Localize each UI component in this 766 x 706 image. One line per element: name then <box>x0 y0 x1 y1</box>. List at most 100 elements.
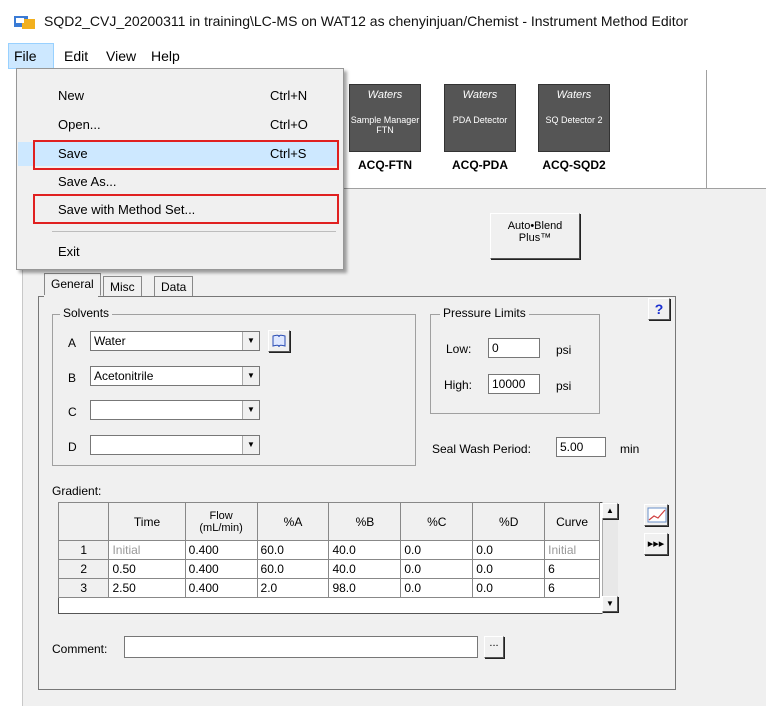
module-pda[interactable]: Waters PDA Detector <box>444 84 516 152</box>
solvent-a-value: Water <box>94 334 126 348</box>
pressure-low-label: Low: <box>446 342 472 356</box>
menu-item-label: Exit <box>58 244 80 259</box>
window-title: SQD2_CVJ_20200311 in training\LC-MS on W… <box>44 13 689 29</box>
module-caption: PDA Detector <box>452 115 508 125</box>
menu-edit[interactable]: Edit <box>64 48 88 64</box>
cell-b[interactable]: 40.0 <box>328 540 402 560</box>
solvent-a-select[interactable]: Water ▼ <box>90 331 260 351</box>
module-brand: Waters <box>556 89 592 101</box>
module-brand: Waters <box>462 89 498 101</box>
cell-curve[interactable]: Initial <box>544 540 600 560</box>
tab-join <box>44 295 98 297</box>
cell-time[interactable]: Initial <box>108 540 186 560</box>
callout-save <box>33 140 339 170</box>
cell-d[interactable]: 0.0 <box>472 559 546 579</box>
menu-item-new[interactable]: New Ctrl+N <box>18 84 338 108</box>
cell-curve[interactable]: 6 <box>544 578 600 598</box>
solvent-library-button[interactable] <box>268 330 290 352</box>
tab-data[interactable]: Data <box>154 276 194 296</box>
chevron-down-icon[interactable]: ▼ <box>242 401 259 419</box>
autoblend-button[interactable]: Auto•Blend Plus™ <box>490 213 580 259</box>
solvents-title: Solvents <box>60 306 113 320</box>
comment-label: Comment: <box>52 642 108 656</box>
pressure-high-unit: psi <box>556 379 572 393</box>
cell-d[interactable]: 0.0 <box>472 578 546 598</box>
scroll-up-icon[interactable]: ▲ <box>602 503 618 519</box>
solvent-b-letter: B <box>68 371 77 385</box>
fast-forward-icon[interactable]: ▸▸▸ <box>644 533 668 555</box>
gradient-graph-icon <box>647 507 667 523</box>
menu-file[interactable]: File <box>14 48 37 64</box>
cell-d[interactable]: 0.0 <box>472 540 546 560</box>
menu-item-label: Save As... <box>58 174 117 189</box>
menu-view[interactable]: View <box>106 48 136 64</box>
row-index: 3 <box>57 578 110 598</box>
table-row[interactable]: 2 0.50 0.400 60.0 40.0 0.0 0.0 6 <box>57 559 600 579</box>
menu-separator <box>52 231 336 232</box>
module-label-pda[interactable]: ACQ-PDA <box>444 158 516 172</box>
cell-c[interactable]: 0.0 <box>400 540 474 560</box>
seal-wash-input[interactable]: 5.00 <box>556 437 606 457</box>
help-button[interactable]: ? <box>648 298 670 320</box>
autoblend-line2: Plus™ <box>518 232 552 244</box>
row-index: 1 <box>57 540 110 560</box>
chevron-down-icon[interactable]: ▼ <box>242 436 259 454</box>
menu-item-exit[interactable]: Exit <box>18 240 338 264</box>
chevron-down-icon[interactable]: ▼ <box>242 367 259 385</box>
cell-a[interactable]: 60.0 <box>256 559 330 579</box>
tab-general[interactable]: General <box>44 273 101 296</box>
comment-browse-button[interactable]: ... <box>484 636 504 658</box>
menu-item-save-as[interactable]: Save As... <box>18 170 338 194</box>
module-label-sqd2[interactable]: ACQ-SQD2 <box>538 158 610 172</box>
cell-b[interactable]: 98.0 <box>328 578 402 598</box>
gradient-header-a: %A <box>256 502 330 541</box>
module-sqd2[interactable]: Waters SQ Detector 2 <box>538 84 610 152</box>
pressure-low-unit: psi <box>556 343 572 357</box>
toolbar-separator <box>706 70 707 188</box>
seal-wash-unit: min <box>620 442 640 456</box>
cell-flow[interactable]: 0.400 <box>184 578 258 598</box>
cell-c[interactable]: 0.0 <box>400 559 474 579</box>
pressure-high-input[interactable]: 10000 <box>488 374 540 394</box>
solvent-b-value: Acetonitrile <box>94 369 154 383</box>
menu-item-shortcut: Ctrl+O <box>270 117 308 132</box>
solvent-c-select[interactable]: ▼ <box>90 400 260 420</box>
gradient-table[interactable]: Time Flow (mL/min) %A %B %C %D Curve 1 I… <box>57 502 600 598</box>
gradient-header-index <box>57 502 110 541</box>
cell-curve[interactable]: 6 <box>544 559 600 579</box>
gradient-label: Gradient: <box>52 484 102 498</box>
table-row[interactable]: 3 2.50 0.400 2.0 98.0 0.0 0.0 6 <box>57 578 600 598</box>
module-sample-manager[interactable]: Waters Sample Manager FTN <box>349 84 421 152</box>
module-caption: Sample Manager FTN <box>350 115 420 135</box>
cell-a[interactable]: 60.0 <box>256 540 330 560</box>
menu-item-label: Open... <box>58 117 101 132</box>
module-caption: SQ Detector 2 <box>545 115 603 125</box>
gradient-header-d: %D <box>472 502 546 541</box>
cell-flow[interactable]: 0.400 <box>184 540 258 560</box>
chevron-down-icon[interactable]: ▼ <box>242 332 259 350</box>
solvent-d-select[interactable]: ▼ <box>90 435 260 455</box>
pressure-low-input[interactable]: 0 <box>488 338 540 358</box>
table-row[interactable]: 1 Initial 0.400 60.0 40.0 0.0 0.0 Initia… <box>57 540 600 560</box>
solvent-a-letter: A <box>68 336 77 350</box>
cell-flow[interactable]: 0.400 <box>184 559 258 579</box>
seal-wash-label: Seal Wash Period: <box>432 442 531 456</box>
row-index: 2 <box>57 559 110 579</box>
flow-header-line1: Flow <box>209 509 233 522</box>
pressure-title: Pressure Limits <box>440 306 529 320</box>
callout-save-with-method-set <box>33 194 339 224</box>
cell-a[interactable]: 2.0 <box>256 578 330 598</box>
cell-time[interactable]: 2.50 <box>108 578 186 598</box>
gradient-header-curve: Curve <box>544 502 600 541</box>
menu-help[interactable]: Help <box>151 48 180 64</box>
menu-item-open[interactable]: Open... Ctrl+O <box>18 113 338 137</box>
comment-input[interactable] <box>124 636 478 658</box>
tab-misc[interactable]: Misc <box>103 276 142 296</box>
gradient-graph-button[interactable] <box>644 504 668 526</box>
cell-c[interactable]: 0.0 <box>400 578 474 598</box>
scroll-down-icon[interactable]: ▼ <box>602 596 618 612</box>
module-label-ftn[interactable]: ACQ-FTN <box>349 158 421 172</box>
solvent-b-select[interactable]: Acetonitrile ▼ <box>90 366 260 386</box>
cell-time[interactable]: 0.50 <box>108 559 186 579</box>
cell-b[interactable]: 40.0 <box>328 559 402 579</box>
